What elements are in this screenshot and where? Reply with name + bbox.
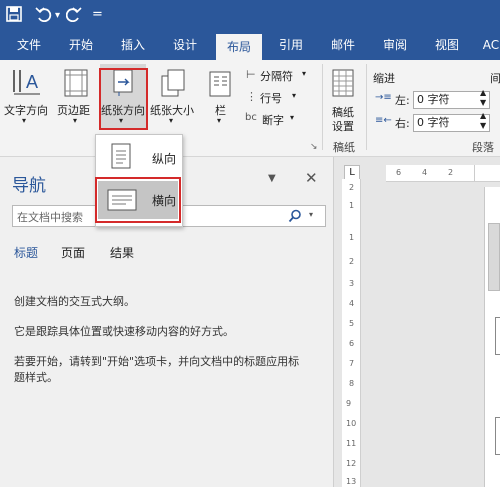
hyphenation-arrow-icon[interactable]: ▾: [290, 113, 294, 122]
text-direction-icon: A: [13, 70, 40, 95]
group-separator: [366, 64, 367, 150]
nav-title: 导航: [12, 176, 46, 196]
page-thumbnail: [488, 223, 500, 291]
indent-right-label: 右:: [395, 117, 410, 130]
indent-heading: 缩进: [373, 72, 395, 85]
ribbon-layout: A 文字方向 ▾ 页边距 ▾ 纸张方向 ▾ 纸张大小 ▾ 栏 ▾ ⊢ 分隔符 ▾…: [0, 60, 500, 157]
portrait-page-icon: [111, 143, 131, 169]
ruler-number: 10: [346, 419, 357, 428]
redo-icon[interactable]: [66, 6, 82, 22]
ruler-number: 9: [346, 399, 352, 408]
ruler-number: 2: [349, 257, 355, 266]
tab-insert[interactable]: 插入: [112, 30, 154, 60]
spacing-heading: 间: [490, 72, 500, 85]
ribbon-tabs: 文件 开始 插入 设计 布局 引用 邮件 审阅 视图 AC: [0, 30, 500, 60]
ruler-number: 13: [346, 477, 357, 486]
ruler-number: 8: [349, 379, 355, 388]
ruler-number: 7: [349, 359, 355, 368]
indent-right-icon: ≡←: [375, 115, 392, 126]
save-icon[interactable]: [6, 6, 22, 22]
title-bar: ▾ =: [0, 0, 500, 30]
hyphenation-button[interactable]: 断字: [262, 112, 284, 128]
tab-layout[interactable]: 布局: [216, 34, 262, 60]
line-numbers-arrow-icon[interactable]: ▾: [292, 91, 296, 100]
page-element: [495, 417, 500, 455]
close-icon[interactable]: ✕: [305, 169, 318, 187]
search-options-icon[interactable]: ▾: [309, 210, 313, 219]
portrait-label: 纵向: [152, 152, 177, 166]
group-separator: [322, 64, 323, 150]
tab-references[interactable]: 引用: [270, 30, 312, 60]
nav-help-line-1: 创建文档的交互式大纲。: [14, 295, 135, 308]
orientation-dropdown: 纵向 横向: [95, 134, 183, 227]
columns-arrow-icon[interactable]: ▾: [217, 116, 221, 125]
ruler-number: 6: [396, 168, 402, 177]
size-icon: [161, 69, 185, 97]
ruler-number: 2: [349, 183, 355, 192]
nav-help-line-4: 题样式。: [14, 371, 58, 384]
ruler-number: 3: [349, 279, 355, 288]
tab-design[interactable]: 设计: [164, 30, 206, 60]
tab-view[interactable]: 视图: [426, 30, 468, 60]
size-arrow-icon[interactable]: ▾: [169, 116, 173, 125]
undo-dropdown-icon[interactable]: ▾: [55, 6, 60, 26]
customize-qat-icon[interactable]: =: [92, 5, 103, 25]
draft-setup-label-2: 设置: [332, 120, 354, 133]
page-element: [495, 317, 500, 355]
vertical-ruler: 2 1 1 2 3 4 5 6 7 8 9 10 11 12 13: [342, 179, 361, 487]
ruler-indent-marker[interactable]: [474, 165, 500, 181]
indent-left-icon: →≡: [375, 92, 392, 103]
undo-icon[interactable]: [35, 6, 53, 22]
ruler-number: 1: [349, 233, 355, 242]
horizontal-ruler: 6 4 2: [386, 165, 500, 182]
nav-tab-pages[interactable]: 页面: [61, 244, 85, 261]
search-icon[interactable]: [288, 209, 302, 223]
indent-right-input[interactable]: 0 字符: [413, 114, 490, 132]
nav-options-icon[interactable]: ▼: [268, 173, 276, 184]
indent-left-label: 左:: [395, 94, 410, 107]
margins-arrow-icon[interactable]: ▾: [73, 116, 77, 125]
indent-left-spinner-icon[interactable]: ▲ ▼: [480, 88, 486, 108]
tab-file[interactable]: 文件: [8, 30, 50, 60]
nav-help-line-2: 它是跟踪具体位置或快速移动内容的好方式。: [14, 325, 234, 338]
tab-review[interactable]: 审阅: [374, 30, 416, 60]
breaks-arrow-icon[interactable]: ▾: [302, 69, 306, 78]
ruler-number: 11: [346, 439, 357, 448]
nav-tab-results[interactable]: 结果: [110, 244, 134, 261]
page-setup-launcher-icon[interactable]: ↘: [310, 142, 318, 152]
tab-acrobat[interactable]: AC: [476, 30, 500, 60]
breaks-button[interactable]: 分隔符: [260, 68, 293, 84]
line-numbers-button[interactable]: 行号: [260, 90, 282, 106]
ruler-number: 5: [349, 319, 355, 328]
orientation-portrait-item[interactable]: 纵向: [98, 139, 178, 177]
breaks-icon: ⊢: [246, 68, 256, 81]
ruler-number: 6: [349, 339, 355, 348]
paragraph-group-label: 段落: [472, 141, 494, 154]
tab-mailings[interactable]: 邮件: [322, 30, 364, 60]
search-placeholder: 在文档中搜索: [17, 211, 83, 224]
tab-home[interactable]: 开始: [60, 30, 102, 60]
line-numbers-icon: ⋮: [246, 90, 257, 103]
orientation-highlight: [99, 68, 148, 130]
document-area: L 6 4 2 2 1 1 2 3 4 5 6 7 8 9 10 11 12 1…: [333, 157, 500, 487]
columns-icon: [209, 71, 231, 97]
ruler-number: 1: [349, 201, 355, 210]
ruler-number: 4: [349, 299, 355, 308]
margins-icon: [64, 69, 88, 97]
nav-help-line-3: 若要开始，请转到"开始"选项卡，并向文档中的标题应用标: [14, 355, 300, 368]
text-direction-arrow-icon[interactable]: ▾: [22, 116, 26, 125]
draft-paper-icon: [332, 69, 354, 97]
ruler-number: 4: [422, 168, 428, 177]
nav-tab-headings[interactable]: 标题: [14, 244, 38, 261]
ruler-number: 12: [346, 459, 357, 468]
ruler-number: 2: [448, 168, 454, 177]
landscape-highlight: [95, 177, 181, 223]
hyphenation-icon: bc: [245, 112, 257, 123]
draft-group-label: 稿纸: [333, 141, 355, 154]
indent-right-spinner-icon[interactable]: ▲ ▼: [480, 111, 486, 131]
document-page[interactable]: [484, 187, 500, 487]
svg-text:A: A: [26, 72, 38, 92]
indent-left-input[interactable]: 0 字符: [413, 91, 490, 109]
